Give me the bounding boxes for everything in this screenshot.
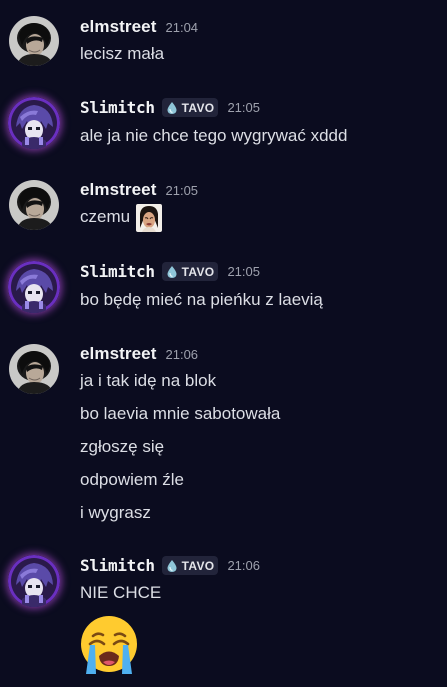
avatar[interactable] <box>8 97 60 149</box>
water-drop-icon <box>165 101 179 115</box>
kim-kardashian-crying-emoji-icon[interactable] <box>136 204 163 232</box>
message-text: NIE CHCE <box>80 583 162 602</box>
message-header: elmstreet 21:06 <box>80 344 198 364</box>
message-header: elmstreet 21:05 <box>80 180 198 200</box>
message-text: ja i tak idę na blok <box>80 371 217 390</box>
username[interactable]: Slimitch <box>80 556 155 575</box>
message-text: i wygrasz <box>80 503 151 522</box>
username[interactable]: elmstreet <box>80 344 157 364</box>
timestamp[interactable]: 21:06 <box>227 558 260 573</box>
timestamp[interactable]: 21:04 <box>166 20 199 35</box>
message-text: ale ja nie chce tego wygrywać xddd <box>80 126 348 145</box>
water-drop-icon <box>165 265 179 279</box>
username[interactable]: Slimitch <box>80 262 155 281</box>
guild-tag-label: TAVO <box>181 558 215 573</box>
message-text-row: czemu <box>80 204 163 232</box>
guild-tag-label: TAVO <box>181 100 215 115</box>
avatar[interactable] <box>9 16 59 66</box>
avatar[interactable] <box>8 555 60 607</box>
guild-tag[interactable]: TAVO <box>161 98 219 117</box>
guild-tag-label: TAVO <box>181 264 215 279</box>
timestamp[interactable]: 21:06 <box>166 347 199 362</box>
timestamp[interactable]: 21:05 <box>227 264 260 279</box>
message-header: Slimitch TAVO 21:05 <box>80 262 260 281</box>
username[interactable]: elmstreet <box>80 180 157 200</box>
timestamp[interactable]: 21:05 <box>227 100 260 115</box>
water-drop-icon <box>165 559 179 573</box>
message-header: Slimitch TAVO 21:05 <box>80 98 260 117</box>
guild-tag[interactable]: TAVO <box>161 262 219 281</box>
guild-tag[interactable]: TAVO <box>161 556 219 575</box>
username[interactable]: Slimitch <box>80 98 155 117</box>
message-header: elmstreet 21:04 <box>80 17 198 37</box>
username[interactable]: elmstreet <box>80 17 157 37</box>
message-text: bo laevia mnie sabotowała <box>80 404 281 423</box>
message-header: Slimitch TAVO 21:06 <box>80 556 260 575</box>
timestamp[interactable]: 21:05 <box>166 183 199 198</box>
message-text: odpowiem źle <box>80 470 184 489</box>
avatar[interactable] <box>9 180 59 230</box>
message-text: bo będę mieć na pieńku z laevią <box>80 290 323 309</box>
message-text: czemu <box>80 207 131 226</box>
loudly-crying-face-emoji-icon[interactable] <box>78 614 140 681</box>
avatar[interactable] <box>9 344 59 394</box>
avatar[interactable] <box>8 261 60 313</box>
message-text: lecisz mała <box>80 44 165 63</box>
message-text: zgłoszę się <box>80 437 165 456</box>
